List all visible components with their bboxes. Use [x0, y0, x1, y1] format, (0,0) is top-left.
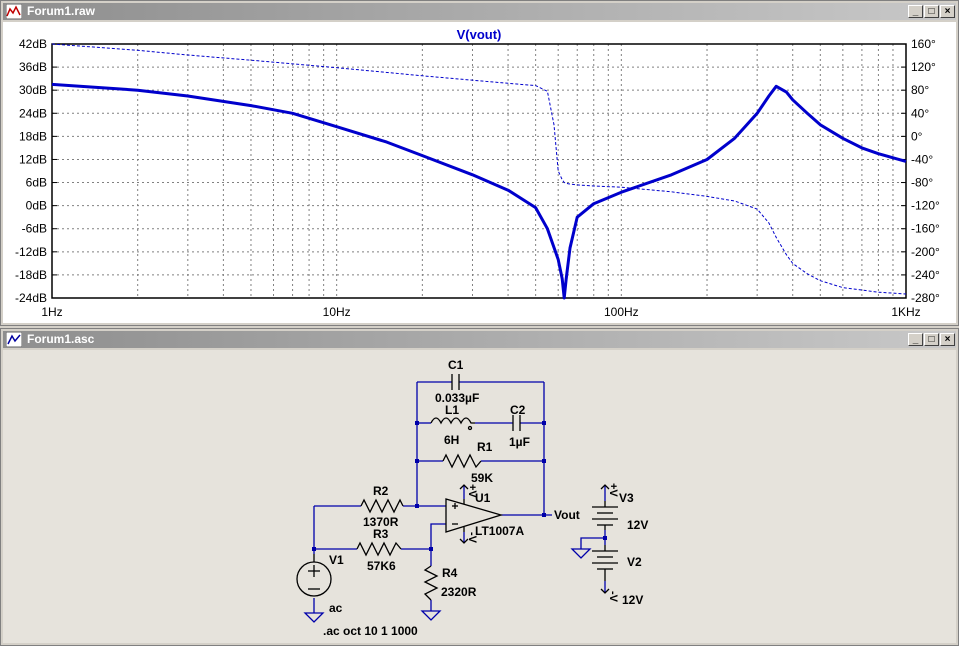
label-v1-value[interactable]: ac — [329, 601, 343, 615]
x-tick-label: 1KHz — [891, 305, 920, 319]
label-r2[interactable]: R2 — [373, 484, 389, 498]
schematic-canvas[interactable]: C1 0.033µF L1 6H C2 1µF R1 59K R2 1370R … — [3, 350, 956, 643]
label-r3[interactable]: R3 — [373, 527, 389, 541]
y-tick-label-left: 42dB — [19, 37, 47, 51]
label-vout[interactable]: Vout — [554, 508, 580, 522]
maximize-button[interactable]: □ — [924, 5, 939, 18]
plot-canvas[interactable]: V(vout) 42dB 36dB 30dB 24dB 18dB 12dB 6dB 0dB -6… — [3, 22, 956, 323]
y-tick-label-right: 40° — [911, 106, 929, 120]
y-tick-label-right: -160° — [911, 222, 940, 236]
plot-window-titlebar[interactable]: Forum1.raw _ □ × — [3, 3, 956, 20]
y-tick-label-left: 0dB — [26, 199, 47, 213]
y-tick-label-right: -280° — [911, 291, 940, 305]
label-r4[interactable]: R4 — [442, 566, 458, 580]
label-v2-value[interactable]: 12V — [622, 593, 643, 607]
y-tick-label-right: -80° — [911, 176, 933, 190]
y-tick-label-left: 6dB — [26, 176, 47, 190]
schematic-window-title: Forum1.asc — [27, 332, 95, 346]
x-tick-label: 10Hz — [323, 305, 351, 319]
y-tick-label-left: -18dB — [15, 268, 47, 282]
y-tick-label-left: -12dB — [15, 245, 47, 259]
y-tick-label-right: -120° — [911, 199, 940, 213]
x-tick-label: 1Hz — [41, 305, 62, 319]
label-v1[interactable]: V1 — [329, 553, 344, 567]
label-v3[interactable]: V3 — [619, 491, 634, 505]
y-tick-label-left: -24dB — [15, 291, 47, 305]
waveform-icon — [6, 4, 22, 19]
label-r4-value[interactable]: 2320R — [441, 585, 477, 599]
y-tick-label-right: 120° — [911, 60, 936, 74]
label-v2[interactable]: V2 — [627, 555, 642, 569]
label-r1[interactable]: R1 — [477, 440, 493, 454]
plot-window[interactable]: Forum1.raw _ □ × V(vout) 42dB 36dB 30dB 24d… — [0, 0, 959, 326]
y-tick-label-right: -240° — [911, 268, 940, 282]
label-u1-value[interactable]: LT1007A — [475, 524, 524, 538]
plot-window-title: Forum1.raw — [27, 4, 96, 18]
minimize-button[interactable]: _ — [908, 333, 923, 346]
y-tick-label-right: -40° — [911, 152, 933, 166]
label-c2[interactable]: C2 — [510, 403, 526, 417]
y-tick-label-left: 36dB — [19, 60, 47, 74]
y-tick-label-right: 80° — [911, 83, 929, 97]
label-v3-value[interactable]: 12V — [627, 518, 648, 532]
label-r3-value[interactable]: 57K6 — [367, 559, 396, 573]
trace-name[interactable]: V(vout) — [457, 27, 502, 42]
y-tick-label-right: 0° — [911, 129, 923, 143]
minimize-button[interactable]: _ — [908, 5, 923, 18]
label-c2-value[interactable]: 1µF — [509, 435, 530, 449]
y-tick-label-left: 18dB — [19, 129, 47, 143]
label-plus-v-u1: +V — [466, 484, 478, 498]
y-tick-label-left: -6dB — [22, 222, 47, 236]
spice-directive[interactable]: .ac oct 10 1 1000 — [323, 624, 418, 638]
y-tick-label-left: 24dB — [19, 106, 47, 120]
label-minus-v-supply: -V — [607, 591, 619, 603]
y-tick-label-right: -200° — [911, 245, 940, 259]
label-l1[interactable]: L1 — [445, 403, 459, 417]
close-button[interactable]: × — [940, 5, 955, 18]
label-minus-v-u1: -V — [466, 532, 478, 544]
y-tick-label-left: 30dB — [19, 83, 47, 97]
schematic-icon — [6, 332, 22, 347]
y-tick-label-left: 12dB — [19, 152, 47, 166]
y-tick-label-right: 160° — [911, 37, 936, 51]
label-c1[interactable]: C1 — [448, 358, 464, 372]
schematic-window-titlebar[interactable]: Forum1.asc _ □ × — [3, 331, 956, 348]
close-button[interactable]: × — [940, 333, 955, 346]
x-tick-label: 100Hz — [604, 305, 639, 319]
label-plus-v-supply: +V — [607, 483, 619, 497]
label-r1-value[interactable]: 59K — [471, 471, 493, 485]
schematic-window[interactable]: Forum1.asc _ □ × C1 0.033µF L1 6H C2 1µF… — [0, 328, 959, 646]
label-l1-value[interactable]: 6H — [444, 433, 459, 447]
maximize-button[interactable]: □ — [924, 333, 939, 346]
